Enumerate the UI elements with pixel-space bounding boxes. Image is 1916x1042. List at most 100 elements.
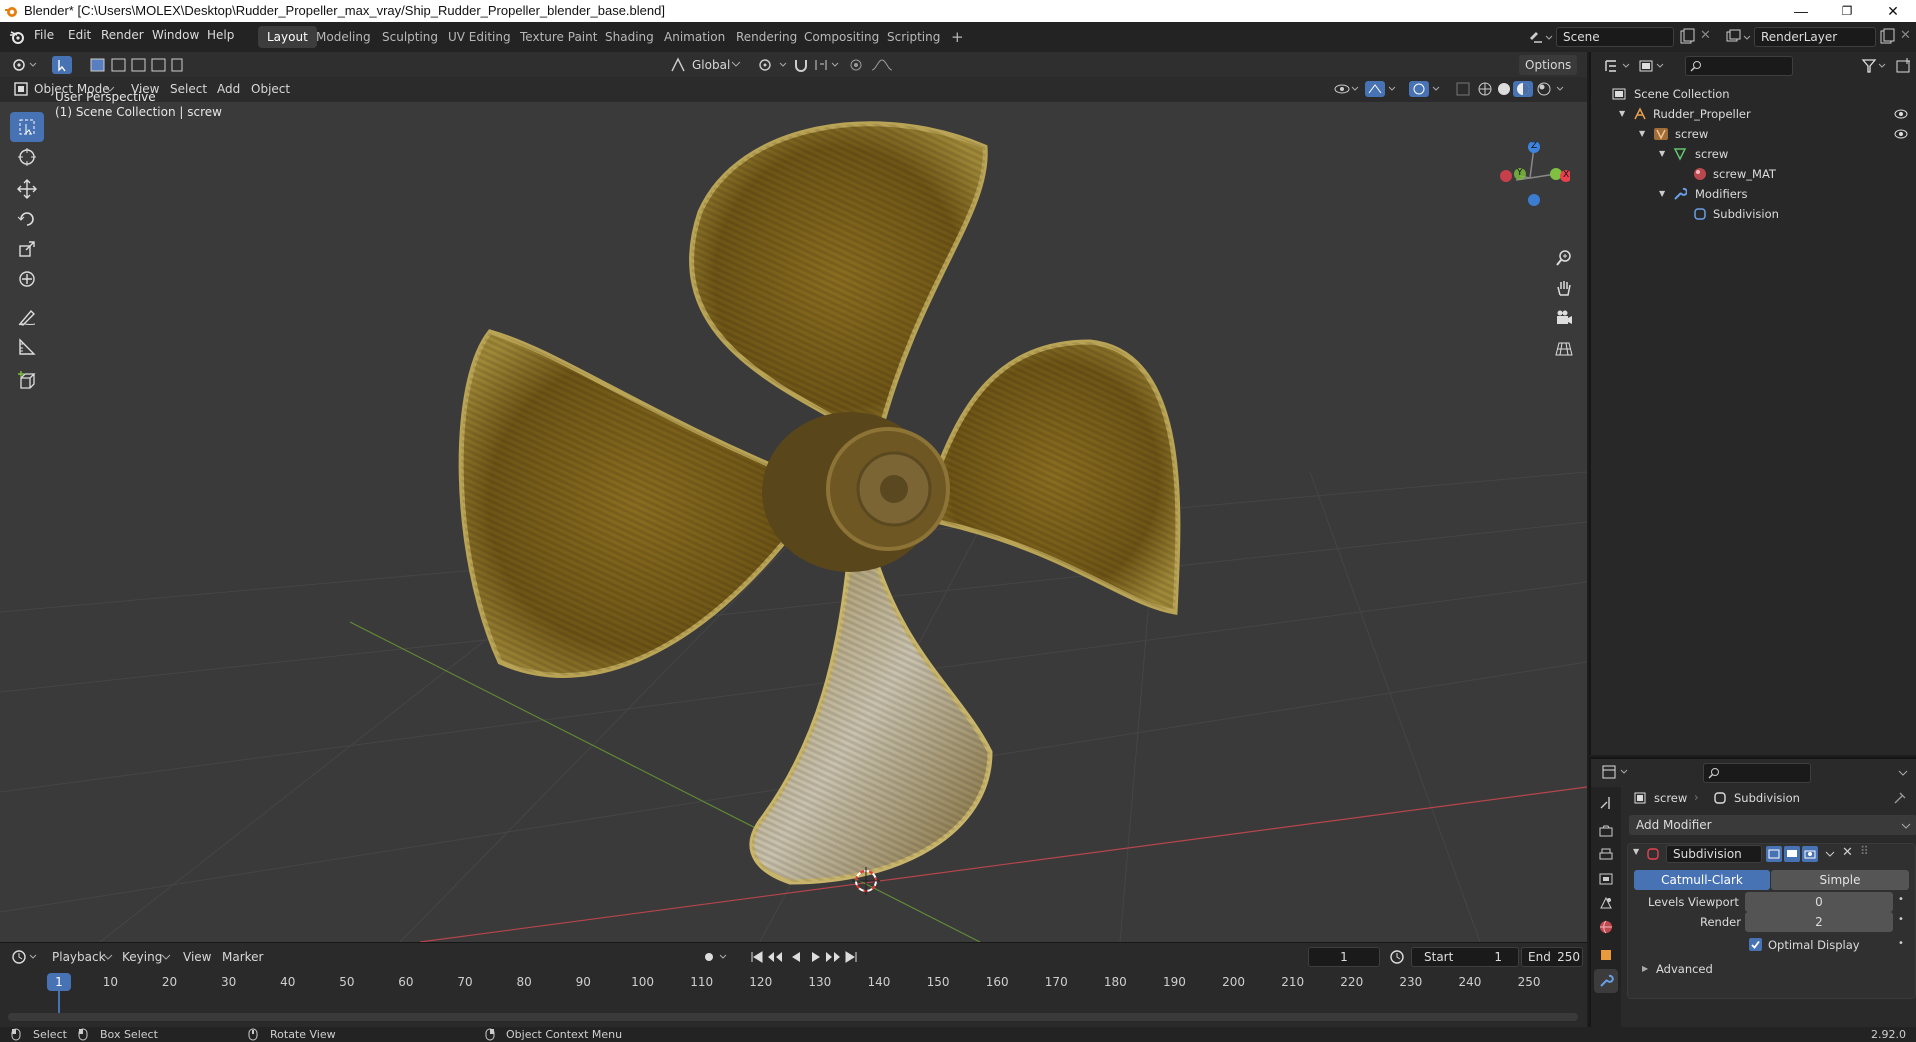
outliner-search-input[interactable] — [1685, 56, 1793, 76]
expand-arrow-icon[interactable]: ▼ — [1639, 124, 1645, 144]
select-menu[interactable]: Select — [164, 79, 213, 99]
add-menu[interactable]: Add — [211, 79, 246, 99]
advanced-subpanel-label[interactable]: Advanced — [1656, 962, 1713, 976]
marker-menu[interactable]: Marker — [216, 947, 269, 967]
remove-modifier-icon[interactable]: ✕ — [1842, 845, 1853, 860]
tool-move[interactable] — [10, 174, 44, 204]
tab-texture-paint[interactable]: Texture Paint — [511, 26, 606, 48]
outliner-editor-type-icon[interactable] — [1603, 57, 1633, 75]
render-levels-field[interactable]: 2 — [1745, 912, 1893, 932]
playback-controls[interactable] — [700, 948, 860, 966]
tab-shading[interactable]: Shading — [596, 26, 663, 48]
snap-magnet-icon[interactable] — [792, 56, 840, 74]
keyframe-dot-icon[interactable]: • — [1898, 938, 1904, 949]
tab-uv-editing[interactable]: UV Editing — [439, 26, 520, 48]
simple-button[interactable]: Simple — [1771, 870, 1909, 890]
frame-ruler[interactable]: 10 20 30 40 50 60 70 80 90 100 110 120 130 140 150 160 1… — [0, 973, 1587, 993]
outliner-row-rudder-propeller[interactable]: ▼ Rudder_Propeller — [1591, 104, 1916, 124]
tool-annotate[interactable] — [10, 302, 44, 332]
outliner-row-subdivision[interactable]: Subdivision — [1591, 204, 1916, 224]
zoom-view-button[interactable] — [1550, 244, 1578, 272]
tab-scripting[interactable]: Scripting — [878, 26, 949, 48]
perspective-toggle-button[interactable] — [1550, 334, 1578, 362]
tab-view-layer[interactable] — [1594, 867, 1618, 891]
delete-view-layer-icon[interactable]: ✕ — [1900, 28, 1911, 43]
display-mode-icon[interactable] — [1637, 57, 1667, 75]
delete-scene-icon[interactable]: ✕ — [1700, 28, 1711, 43]
pan-view-button[interactable] — [1550, 274, 1578, 302]
pin-icon[interactable] — [1893, 791, 1907, 805]
close-button[interactable]: ✕ — [1870, 0, 1916, 22]
tool-add-cube[interactable] — [10, 366, 44, 396]
pivot-point-icon[interactable] — [756, 56, 790, 74]
menu-file[interactable]: File — [34, 28, 54, 42]
blender-menu-icon[interactable] — [9, 29, 25, 45]
object-menu[interactable]: Object — [245, 79, 296, 99]
advanced-expand-arrow-icon[interactable]: ▶ — [1642, 964, 1648, 973]
tab-modeling[interactable]: Modeling — [307, 26, 380, 48]
tab-tool[interactable] — [1594, 791, 1618, 815]
levels-viewport-field[interactable]: 0 — [1745, 892, 1893, 912]
properties-editor-type-icon[interactable] — [1601, 763, 1631, 781]
editor-type-icon[interactable] — [10, 56, 40, 74]
tab-modifiers[interactable] — [1594, 969, 1618, 993]
timeline-view-menu[interactable]: View — [177, 947, 217, 967]
menu-render[interactable]: Render — [101, 28, 144, 42]
tool-scale[interactable] — [10, 234, 44, 264]
camera-view-button[interactable] — [1550, 304, 1578, 332]
menu-window[interactable]: Window — [152, 28, 199, 42]
tool-transform[interactable] — [10, 264, 44, 294]
outliner-row-modifiers[interactable]: ▼ Modifiers — [1591, 184, 1916, 204]
keyframe-dot-icon[interactable]: • — [1898, 914, 1904, 925]
options-dropdown[interactable]: Options — [1519, 55, 1578, 75]
expand-arrow-icon[interactable]: ▼ — [1659, 184, 1665, 204]
new-collection-icon[interactable] — [1895, 57, 1913, 75]
modifier-menu-chevron-icon[interactable] — [1824, 848, 1836, 860]
playhead-marker[interactable]: 1 — [47, 973, 71, 991]
optimal-display-checkbox[interactable] — [1749, 938, 1762, 951]
tab-animation[interactable]: Animation — [655, 26, 734, 48]
scene-name-field[interactable]: Scene — [1556, 27, 1674, 47]
catmull-clark-button[interactable]: Catmull-Clark — [1634, 870, 1770, 890]
navigation-gizmo[interactable] — [1490, 140, 1570, 220]
current-frame-field[interactable]: 1 — [1308, 947, 1380, 967]
outliner-row-screw-mesh[interactable]: ▼ screw — [1591, 144, 1916, 164]
tab-render[interactable] — [1594, 819, 1618, 843]
visibility-eye-icon[interactable] — [1894, 108, 1908, 120]
properties-search-input[interactable] — [1703, 763, 1811, 783]
tab-object[interactable] — [1594, 943, 1618, 967]
selection-mode-icons[interactable] — [88, 56, 184, 74]
viewport-shading-controls[interactable] — [1333, 80, 1573, 98]
keyframe-dot-icon[interactable]: • — [1898, 894, 1904, 905]
view-layer-selector-icon[interactable] — [1724, 28, 1752, 46]
tool-cursor[interactable] — [10, 142, 44, 172]
drag-handle-icon[interactable]: ⠿ — [1860, 844, 1869, 858]
outliner-row-screw-mat[interactable]: screw_MAT — [1591, 164, 1916, 184]
new-scene-icon[interactable] — [1679, 28, 1695, 46]
new-view-layer-icon[interactable] — [1879, 28, 1895, 46]
transform-orientation-dropdown[interactable]: Global — [686, 55, 736, 75]
properties-chevron-icon[interactable] — [1897, 767, 1909, 779]
menu-edit[interactable]: Edit — [68, 28, 91, 42]
tab-world[interactable] — [1594, 915, 1618, 939]
filter-icon[interactable] — [1861, 57, 1889, 75]
tool-select-box[interactable] — [10, 112, 44, 142]
frame-end-field[interactable]: End 250 — [1521, 947, 1583, 967]
3d-viewport[interactable]: Global Options Object Mode View Select A… — [0, 52, 1587, 942]
use-preview-range-icon[interactable] — [1388, 948, 1406, 966]
timeline-editor-type-icon[interactable] — [10, 948, 40, 966]
scene-selector-icon[interactable] — [1527, 28, 1553, 46]
tab-compositing[interactable]: Compositing — [795, 26, 888, 48]
tool-rotate[interactable] — [10, 204, 44, 234]
collapse-arrow-icon[interactable]: ▼ — [1633, 847, 1639, 856]
modifier-name-field[interactable]: Subdivision — [1666, 845, 1762, 863]
maximize-button[interactable]: ❐ — [1824, 0, 1870, 22]
expand-arrow-icon[interactable]: ▼ — [1619, 104, 1625, 124]
minimize-button[interactable]: — — [1778, 0, 1824, 22]
frame-start-field[interactable]: Start 1 — [1411, 947, 1519, 967]
select-box-tool-button[interactable] — [52, 56, 72, 74]
expand-arrow-icon[interactable]: ▼ — [1659, 144, 1665, 164]
timeline-scrollbar[interactable] — [8, 1013, 1578, 1021]
menu-help[interactable]: Help — [207, 28, 234, 42]
proportional-editing-icon[interactable] — [848, 56, 900, 74]
